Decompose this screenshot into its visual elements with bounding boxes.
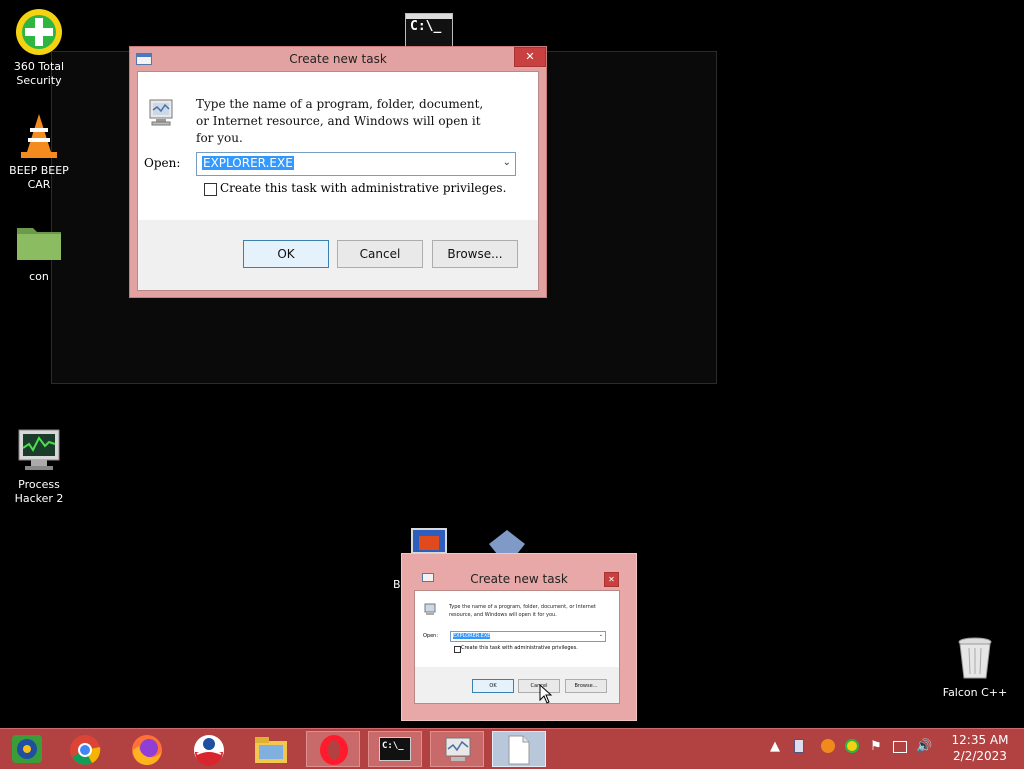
ok-button[interactable]: OK — [472, 679, 514, 693]
chevron-down-icon[interactable]: ⌄ — [503, 157, 511, 168]
admin-checkbox[interactable] — [454, 646, 461, 653]
open-combobox[interactable]: EXPLORER.EXE ⌄ — [450, 631, 606, 642]
recycle-bin-icon — [951, 634, 999, 682]
taskbar-clock[interactable]: 12:35 AM 2/2/2023 — [940, 732, 1020, 764]
run-computer-icon — [146, 98, 176, 128]
open-label: Open: — [144, 156, 181, 170]
open-label: Open: — [423, 633, 439, 639]
clock-date: 2/2/2023 — [953, 749, 1007, 763]
open-input-value[interactable]: EXPLORER.EXE — [202, 156, 294, 170]
taskbar-app-media-player[interactable] — [0, 731, 54, 767]
dialog-close-button[interactable]: ✕ — [514, 47, 546, 67]
network-icon[interactable] — [892, 739, 908, 755]
taskbar: C:\_ ▲ ⚑ 🔊 12:35 AM 2/2/2023 — [0, 728, 1024, 769]
partial-desktop-icon[interactable] — [489, 530, 525, 554]
taskbar-app-chrome[interactable] — [58, 731, 112, 767]
dialog-app-icon — [422, 573, 434, 582]
open-input-value[interactable]: EXPLORER.EXE — [453, 633, 491, 639]
desktop-icon-process-hacker-2[interactable]: Process Hacker 2 — [0, 426, 79, 506]
device-icon[interactable] — [791, 739, 807, 755]
cancel-button[interactable]: Cancel — [337, 240, 423, 268]
clock-time: 12:35 AM — [951, 733, 1009, 747]
chrome-icon — [69, 734, 101, 769]
admin-checkbox-label[interactable]: Create this task with administrative pri… — [220, 181, 506, 195]
taskbar-app-opera[interactable] — [306, 731, 360, 767]
firefox-icon — [131, 734, 163, 769]
open-combobox[interactable]: EXPLORER.EXE ⌄ — [196, 152, 516, 176]
up-arrow-icon[interactable]: ▲ — [767, 739, 783, 755]
dialog-close-button[interactable]: ✕ — [604, 572, 619, 587]
chevron-down-icon[interactable]: ⌄ — [599, 632, 603, 638]
browse-button[interactable]: Browse... — [432, 240, 518, 268]
blank-document-icon — [507, 735, 531, 768]
desktop-icon-label: con — [29, 270, 49, 283]
dialog-client: Type the name of a program, folder, docu… — [414, 590, 620, 704]
desktop-icon-con[interactable]: con — [0, 218, 79, 284]
dialog-title: Create new task — [470, 572, 568, 586]
taskbar-app-file-explorer[interactable] — [244, 731, 298, 767]
360-security-icon — [15, 8, 63, 56]
cmd-desktop-icon[interactable]: C:\_ — [405, 13, 453, 47]
browse-button[interactable]: Browse... — [565, 679, 607, 693]
taskbar-app-obama[interactable] — [182, 731, 236, 767]
dialog-button-area: OK Cancel Browse... — [415, 667, 619, 703]
desktop-icon-beep-beep-car[interactable]: BEEP BEEP CAR — [0, 112, 79, 192]
cmd-icon-text: C:\_ — [410, 19, 442, 34]
cmd-icon: C:\_ — [379, 737, 411, 761]
file-explorer-icon — [254, 735, 288, 768]
taskbar-app-firefox[interactable] — [120, 731, 174, 767]
dialog-description: Type the name of a program, folder, docu… — [196, 97, 484, 145]
taskbar-app-document[interactable] — [492, 731, 546, 767]
360-tray-icon[interactable] — [844, 739, 860, 755]
partial-desktop-label: B — [393, 578, 401, 591]
admin-checkbox[interactable] — [204, 183, 217, 196]
vlc-cone-icon — [15, 112, 63, 160]
desktop-icon-360-total-security[interactable]: 360 Total Security — [0, 8, 79, 88]
desktop-icon-falcon-cpp[interactable]: Falcon C++ — [935, 634, 1015, 700]
folder-icon — [15, 218, 63, 266]
dialog-description: Type the name of a program, folder, docu… — [449, 604, 596, 618]
flag-icon[interactable]: ⚑ — [868, 739, 884, 755]
create-task-dialog: Create new task ✕ Type the name of a pro… — [129, 46, 547, 298]
process-hacker-icon — [15, 426, 63, 474]
admin-checkbox-label: Create this task with administrative pri… — [461, 645, 578, 651]
desktop-icon-label: BEEP BEEP CAR — [9, 164, 69, 191]
taskbar-app-task-manager[interactable] — [430, 731, 484, 767]
obama-logo-icon — [193, 734, 225, 769]
volume-icon[interactable]: 🔊 — [916, 739, 932, 755]
desktop-icon-label: Process Hacker 2 — [14, 478, 64, 505]
dialog-title: Create new task — [289, 52, 387, 66]
stop-icon[interactable] — [820, 739, 836, 755]
task-manager-icon — [443, 735, 473, 768]
partial-desktop-icon[interactable] — [411, 528, 447, 554]
run-computer-icon — [423, 603, 437, 617]
mouse-cursor-icon — [539, 683, 553, 704]
taskbar-app-cmd[interactable]: C:\_ — [368, 731, 422, 767]
ok-button[interactable]: OK — [243, 240, 329, 268]
dialog-client: Type the name of a program, folder, docu… — [137, 71, 539, 291]
desktop-icon-label: Falcon C++ — [942, 686, 1008, 699]
create-task-dialog-thumbnail: Create new task ✕ Type the name of a pro… — [401, 553, 637, 721]
dialog-button-area: OK Cancel Browse... — [138, 220, 538, 290]
desktop-icon-label: 360 Total Security — [13, 60, 65, 87]
opera-icon — [318, 734, 350, 769]
media-player-icon — [10, 733, 44, 768]
